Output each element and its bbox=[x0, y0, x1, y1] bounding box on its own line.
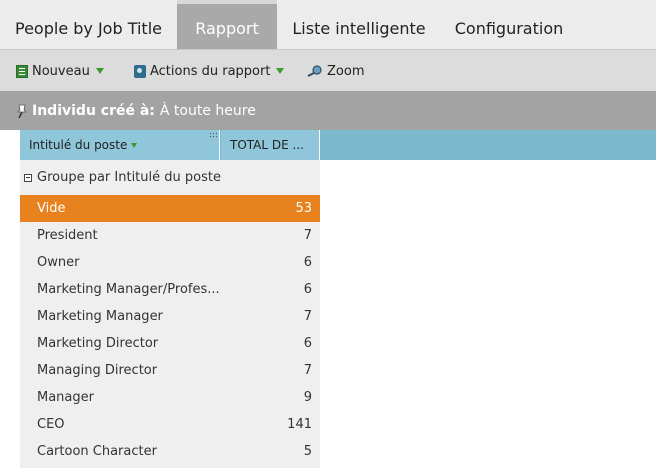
row-job-title: Marketing Manager/Profes... bbox=[37, 282, 220, 297]
new-document-icon bbox=[16, 64, 28, 78]
filter-value: À toute heure bbox=[159, 102, 256, 119]
new-button-label: Nouveau bbox=[32, 63, 90, 79]
tab-configuration[interactable]: Configuration bbox=[441, 0, 577, 49]
zoom-button[interactable]: Zoom bbox=[307, 62, 364, 80]
report-actions-icon bbox=[134, 64, 146, 78]
report-actions-button[interactable]: Actions du rapport bbox=[134, 62, 285, 80]
row-total: 6 bbox=[303, 282, 312, 297]
row-job-title: Manager bbox=[37, 390, 94, 405]
column-header-label: TOTAL DE ... bbox=[230, 138, 304, 152]
table-row[interactable]: Owner 6 bbox=[20, 249, 320, 276]
chevron-down-icon[interactable] bbox=[131, 143, 138, 148]
table-row[interactable]: Marketing Manager/Profes... 6 bbox=[20, 276, 320, 303]
row-total: 5 bbox=[303, 444, 312, 459]
chevron-down-icon bbox=[276, 68, 285, 74]
row-total: 7 bbox=[303, 228, 312, 243]
table-row[interactable]: Vide 53 bbox=[20, 195, 320, 222]
row-job-title: Vide bbox=[37, 201, 66, 216]
grid-header: Intitulé du poste TOTAL DE ... bbox=[0, 130, 656, 160]
table-row[interactable]: President 7 bbox=[20, 222, 320, 249]
row-total: 6 bbox=[303, 255, 312, 270]
row-job-title: Owner bbox=[37, 255, 80, 270]
filter-key: Individu créé à: bbox=[32, 102, 155, 119]
group-row[interactable]: Groupe par Intitulé du poste bbox=[20, 160, 320, 195]
tab-liste-intelligente[interactable]: Liste intelligente bbox=[277, 0, 441, 49]
tab-people-by-job-title[interactable]: People by Job Title bbox=[0, 0, 177, 49]
table-row[interactable]: Cartoon Character 5 bbox=[20, 438, 320, 465]
table-row[interactable]: CEO 141 bbox=[20, 411, 320, 438]
table-row[interactable]: Marketing Manager 7 bbox=[20, 303, 320, 330]
group-label: Groupe par Intitulé du poste bbox=[37, 170, 221, 185]
row-total: 7 bbox=[303, 309, 312, 324]
row-job-title: Cartoon Character bbox=[37, 444, 157, 459]
zoom-label: Zoom bbox=[327, 63, 365, 79]
row-total: 7 bbox=[303, 363, 312, 378]
row-total: 6 bbox=[303, 336, 312, 351]
column-header-total[interactable]: TOTAL DE ... bbox=[221, 130, 320, 160]
table-row[interactable]: Marketing Director 6 bbox=[20, 330, 320, 357]
collapse-icon[interactable] bbox=[24, 173, 32, 182]
chevron-down-icon bbox=[95, 68, 104, 74]
grid-body: Groupe par Intitulé du poste Vide 53 Pre… bbox=[20, 160, 320, 468]
report-actions-label: Actions du rapport bbox=[150, 63, 271, 79]
table-row[interactable]: Manager 9 bbox=[20, 384, 320, 411]
tab-bar: People by Job Title Rapport Liste intell… bbox=[0, 0, 656, 49]
column-resize-grip-icon[interactable] bbox=[209, 132, 217, 139]
column-header-job-title[interactable]: Intitulé du poste bbox=[20, 130, 220, 160]
row-job-title: Marketing Director bbox=[37, 336, 159, 351]
row-total: 9 bbox=[303, 390, 312, 405]
magnifier-icon bbox=[307, 65, 323, 77]
filter-bar[interactable]: Individu créé à: À toute heure bbox=[0, 91, 656, 130]
row-job-title: President bbox=[37, 228, 98, 243]
row-job-title: Marketing Manager bbox=[37, 309, 163, 324]
row-total: 141 bbox=[287, 417, 312, 432]
filter-pin-icon bbox=[16, 104, 28, 118]
column-header-label: Intitulé du poste bbox=[29, 138, 128, 152]
table-row[interactable]: Managing Director 7 bbox=[20, 357, 320, 384]
tab-rapport[interactable]: Rapport bbox=[177, 0, 277, 49]
new-button[interactable]: Nouveau bbox=[16, 62, 104, 80]
row-total: 53 bbox=[295, 201, 312, 216]
row-job-title: Managing Director bbox=[37, 363, 158, 378]
row-job-title: CEO bbox=[37, 417, 65, 432]
toolbar: Nouveau Actions du rapport Zoom bbox=[0, 49, 656, 91]
grid-header-gutter bbox=[0, 130, 20, 160]
